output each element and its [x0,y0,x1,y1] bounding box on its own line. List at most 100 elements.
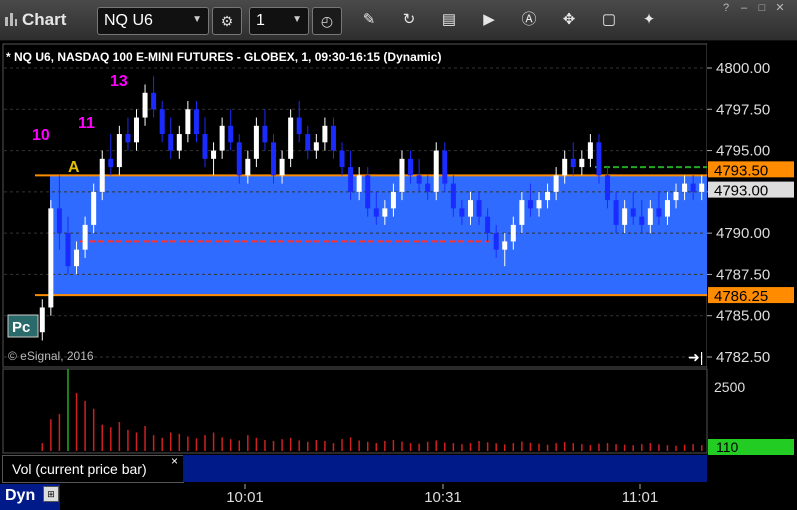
candle-body [622,208,628,225]
time-axis-tick-label: 10:31 [424,489,462,506]
candle-body [348,167,354,192]
time-axis-tick-label: 11:01 [622,489,658,506]
candle-body [305,134,311,151]
volume-pane [2,368,708,454]
candle-body [416,175,422,184]
pc-badge-label: Pc [12,319,30,336]
scroll-to-end-icon[interactable]: ➜| [688,349,703,365]
tools-icon[interactable]: ✥ [558,9,580,31]
candle-body [570,158,576,168]
symbol-input[interactable]: NQ U6 ▼ [97,7,209,35]
price-axis-tick-label: 4800.00 [716,60,770,77]
minimize-button[interactable]: – [736,1,752,15]
settings-icon[interactable]: ⚙ [212,7,242,35]
candle-body [467,200,473,217]
candle-body [339,150,345,168]
candle-body [510,224,516,242]
clock-icon[interactable]: ◴ [312,7,342,35]
price-axis-tick-label: 4795.00 [716,143,770,160]
candle-body [142,92,148,118]
price-axis-tick-label: 4785.00 [716,308,770,325]
price-axis-tick-label: 4787.50 [716,266,770,283]
candle-body [108,158,114,168]
candle-body [228,125,234,143]
chevron-down-icon[interactable]: ▼ [292,14,302,25]
play-icon[interactable]: ▶ [478,9,500,31]
candle-body [219,125,225,151]
time-axis-ticks: 10:01 10:31 11:01 [226,484,658,506]
candle-body [613,200,619,225]
candle-body [48,208,54,308]
pencil-icon[interactable]: ✎ [358,9,380,31]
chat-icon[interactable]: ▢ [598,9,620,31]
candle-body [279,158,285,176]
candle-body [330,125,336,151]
candle-body [91,191,97,225]
candle-body [630,208,636,217]
volume-study-label: Vol (current price bar) [12,461,147,477]
candle-body [442,150,448,184]
price-axis-tick-label: 4797.50 [716,101,770,118]
candle-body [656,208,662,217]
candle-body [536,200,542,209]
candle-body [74,249,80,267]
candle-body [159,109,165,135]
candle-body [56,208,62,234]
candle-body [553,175,559,192]
price-axis-tick-label: 4790.00 [716,225,770,242]
get-icon[interactable]: ▤ [438,9,460,31]
price-label-text: 4793.50 [714,162,768,179]
alert-icon[interactable]: Ⓐ [518,9,540,31]
candle-body [459,208,465,217]
candle-body [288,117,294,159]
chart-info: * NQ U6, NASDAQ 100 E-MINI FUTURES - GLO… [6,50,442,64]
candle-body [682,183,688,192]
candle-body [399,158,405,192]
close-icon[interactable]: × [171,454,178,468]
candle-body [502,241,508,250]
candle-body [116,134,122,168]
price-chart[interactable]: 101113A 4800.004797.504795.004792.504790… [0,41,797,510]
copyright: © eSignal, 2016 [8,349,94,363]
candle-body [390,191,396,209]
candle-body [39,307,45,333]
symbol-value: NQ U6 [104,12,153,29]
candle-body [151,92,157,110]
candle-body [356,175,362,192]
candle-body [425,183,431,192]
help-button[interactable]: ? [718,1,734,15]
candle-body [245,158,251,176]
interval-input[interactable]: 1 ▼ [249,7,309,35]
candle-body [587,142,593,159]
title-bar: Chart NQ U6 ▼ ⚙ 1 ▼ ◴ ✎ ↻ ▤ ▶ Ⓐ ✥ ▢ ✦ ? … [0,0,797,41]
volume-current-label: 110 [716,439,739,455]
volume-axis-tick: 2500 [714,379,745,395]
volume-study-tab[interactable]: Vol (current price bar) [2,455,184,483]
candle-body [99,158,105,192]
maximize-button[interactable]: □ [754,1,770,15]
price-axis-tick-label: 4782.50 [716,349,770,366]
candle-body [485,216,491,234]
candle-body [579,158,585,168]
chevron-down-icon[interactable]: ▼ [192,14,202,25]
dynamic-mode-label: Dyn [5,487,36,504]
candle-body [262,125,268,143]
candle-body [382,208,388,217]
refresh-icon[interactable]: ↻ [398,9,420,31]
marker-label: 13 [110,73,128,90]
candle-body [313,142,319,151]
twitter-icon[interactable]: ✦ [638,9,660,31]
candle-body [639,216,645,225]
price-label-text: 4793.00 [714,183,768,200]
volume-study-strip [183,455,707,482]
lock-icon[interactable]: ⊞ [43,486,59,502]
candle-body [202,134,208,159]
candle-body [596,142,602,176]
marker-label: 10 [32,127,50,144]
candle-body [322,125,328,143]
candle-body [193,109,199,135]
candle-body [605,175,611,201]
close-button[interactable]: ✕ [772,1,788,15]
candle-body [176,134,182,151]
candle-body [545,191,551,201]
